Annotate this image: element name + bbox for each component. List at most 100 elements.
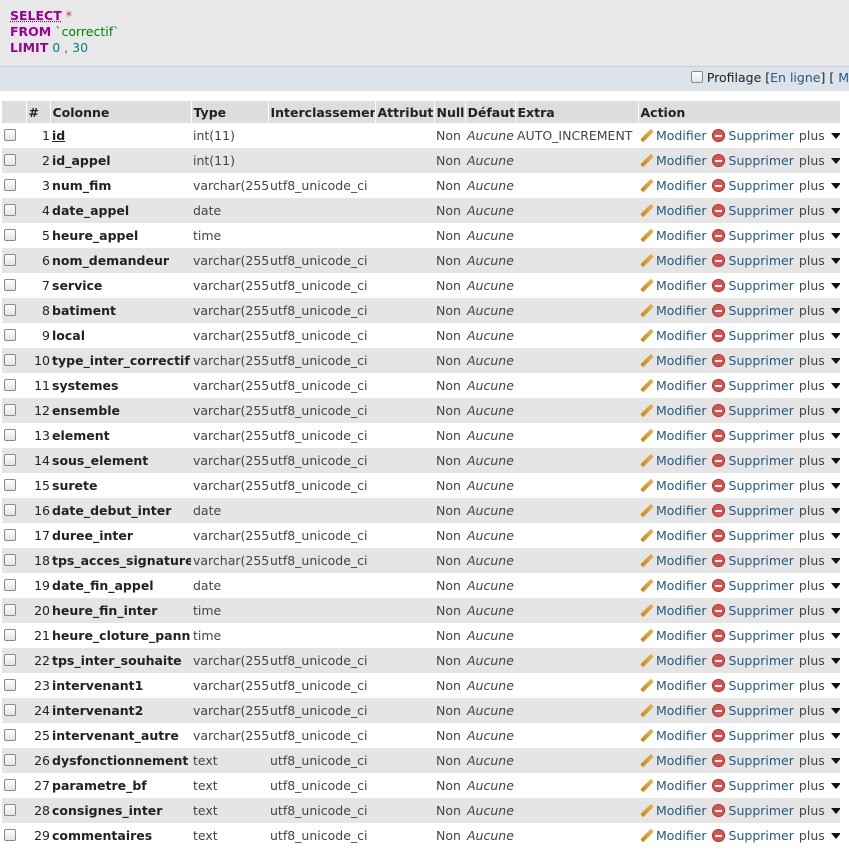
chevron-down-icon[interactable] bbox=[830, 133, 840, 139]
header-name[interactable]: Colonne bbox=[50, 101, 192, 123]
more-link[interactable]: plus bbox=[799, 278, 825, 293]
row-checkbox[interactable] bbox=[4, 704, 16, 716]
delete-icon[interactable] bbox=[711, 654, 725, 667]
delete-link[interactable]: Supprimer bbox=[729, 503, 794, 518]
modify-link[interactable]: Modifier bbox=[656, 328, 707, 343]
chevron-down-icon[interactable] bbox=[830, 833, 840, 839]
delete-link[interactable]: Supprimer bbox=[729, 678, 794, 693]
delete-icon[interactable] bbox=[711, 354, 725, 367]
delete-icon[interactable] bbox=[711, 454, 725, 467]
pencil-icon[interactable] bbox=[640, 629, 653, 642]
pencil-icon[interactable] bbox=[640, 679, 653, 692]
delete-link[interactable]: Supprimer bbox=[729, 403, 794, 418]
delete-link[interactable]: Supprimer bbox=[729, 278, 794, 293]
delete-icon[interactable] bbox=[711, 304, 725, 317]
pencil-icon[interactable] bbox=[640, 704, 653, 717]
more-link[interactable]: plus bbox=[799, 178, 825, 193]
pencil-icon[interactable] bbox=[640, 454, 653, 467]
pencil-icon[interactable] bbox=[640, 779, 653, 792]
delete-link[interactable]: Supprimer bbox=[729, 828, 794, 843]
pencil-icon[interactable] bbox=[640, 154, 653, 167]
row-checkbox[interactable] bbox=[4, 329, 16, 341]
delete-icon[interactable] bbox=[711, 754, 725, 767]
delete-link[interactable]: Supprimer bbox=[729, 653, 794, 668]
more-link[interactable]: plus bbox=[799, 128, 825, 143]
pencil-icon[interactable] bbox=[640, 329, 653, 342]
row-checkbox[interactable] bbox=[4, 629, 16, 641]
delete-icon[interactable] bbox=[711, 254, 725, 267]
pencil-icon[interactable] bbox=[640, 654, 653, 667]
pencil-icon[interactable] bbox=[640, 504, 653, 517]
header-type[interactable]: Type bbox=[191, 101, 269, 123]
chevron-down-icon[interactable] bbox=[830, 408, 840, 414]
delete-link[interactable]: Supprimer bbox=[729, 228, 794, 243]
delete-icon[interactable] bbox=[711, 804, 725, 817]
pencil-icon[interactable] bbox=[640, 254, 653, 267]
more-link[interactable]: plus bbox=[799, 703, 825, 718]
chevron-down-icon[interactable] bbox=[830, 683, 840, 689]
chevron-down-icon[interactable] bbox=[830, 658, 840, 664]
delete-icon[interactable] bbox=[711, 479, 725, 492]
row-checkbox[interactable] bbox=[4, 729, 16, 741]
pencil-icon[interactable] bbox=[640, 604, 653, 617]
delete-link[interactable]: Supprimer bbox=[729, 628, 794, 643]
modify-link[interactable]: Modifier bbox=[656, 278, 707, 293]
chevron-down-icon[interactable] bbox=[830, 708, 840, 714]
chevron-down-icon[interactable] bbox=[830, 783, 840, 789]
delete-icon[interactable] bbox=[711, 729, 725, 742]
delete-icon[interactable] bbox=[711, 604, 725, 617]
delete-icon[interactable] bbox=[711, 629, 725, 642]
modify-link[interactable]: Modifier bbox=[656, 553, 707, 568]
row-checkbox[interactable] bbox=[4, 504, 16, 516]
modify-link[interactable]: Modifier bbox=[656, 653, 707, 668]
pencil-icon[interactable] bbox=[640, 804, 653, 817]
row-checkbox[interactable] bbox=[4, 429, 16, 441]
more-link[interactable]: plus bbox=[799, 778, 825, 793]
delete-icon[interactable] bbox=[711, 504, 725, 517]
row-checkbox[interactable] bbox=[4, 404, 16, 416]
pencil-icon[interactable] bbox=[640, 204, 653, 217]
delete-link[interactable]: Supprimer bbox=[729, 453, 794, 468]
row-checkbox[interactable] bbox=[4, 604, 16, 616]
delete-link[interactable]: Supprimer bbox=[729, 328, 794, 343]
more-link[interactable]: plus bbox=[799, 503, 825, 518]
pencil-icon[interactable] bbox=[640, 429, 653, 442]
more-link[interactable]: plus bbox=[799, 153, 825, 168]
delete-icon[interactable] bbox=[711, 204, 725, 217]
row-checkbox[interactable] bbox=[4, 779, 16, 791]
delete-link[interactable]: Supprimer bbox=[729, 603, 794, 618]
modify-link[interactable]: Modifier bbox=[656, 303, 707, 318]
sql-keyword-select[interactable]: SELECT bbox=[10, 8, 62, 23]
more-link[interactable]: plus bbox=[799, 753, 825, 768]
more-link[interactable]: plus bbox=[799, 728, 825, 743]
pencil-icon[interactable] bbox=[640, 479, 653, 492]
more-link[interactable]: plus bbox=[799, 628, 825, 643]
chevron-down-icon[interactable] bbox=[830, 333, 840, 339]
modify-link[interactable]: Modifier bbox=[656, 253, 707, 268]
row-checkbox[interactable] bbox=[4, 304, 16, 316]
modify-link[interactable]: Modifier bbox=[656, 128, 707, 143]
delete-icon[interactable] bbox=[711, 429, 725, 442]
row-checkbox[interactable] bbox=[4, 154, 16, 166]
chevron-down-icon[interactable] bbox=[830, 583, 840, 589]
delete-icon[interactable] bbox=[711, 529, 725, 542]
more-link[interactable]: plus bbox=[799, 328, 825, 343]
row-checkbox[interactable] bbox=[4, 554, 16, 566]
row-checkbox[interactable] bbox=[4, 354, 16, 366]
delete-link[interactable]: Supprimer bbox=[729, 128, 794, 143]
more-link[interactable]: plus bbox=[799, 603, 825, 618]
modify-link[interactable]: Modifier bbox=[656, 228, 707, 243]
header-collation[interactable]: Interclassement bbox=[268, 101, 376, 123]
delete-link[interactable]: Supprimer bbox=[729, 703, 794, 718]
row-checkbox[interactable] bbox=[4, 129, 16, 141]
pencil-icon[interactable] bbox=[640, 279, 653, 292]
delete-icon[interactable] bbox=[711, 329, 725, 342]
chevron-down-icon[interactable] bbox=[830, 458, 840, 464]
delete-icon[interactable] bbox=[711, 779, 725, 792]
modify-link[interactable]: Modifier bbox=[656, 578, 707, 593]
delete-link[interactable]: Supprimer bbox=[729, 378, 794, 393]
chevron-down-icon[interactable] bbox=[830, 433, 840, 439]
modify-link[interactable]: Modifier bbox=[656, 203, 707, 218]
delete-icon[interactable] bbox=[711, 129, 725, 142]
modify-link[interactable]: Modifier bbox=[656, 703, 707, 718]
